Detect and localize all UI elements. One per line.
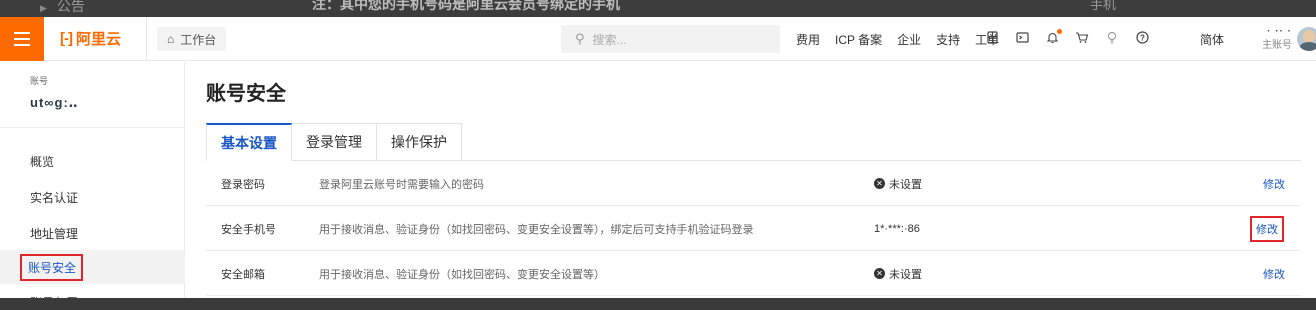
- sidebar-item-label: 账号安全: [20, 253, 84, 281]
- modify-phone-label: 修改: [1250, 215, 1284, 242]
- nav-link-icp[interactable]: ICP 备案: [835, 31, 882, 48]
- modify-phone-link[interactable]: 修改: [1250, 206, 1284, 251]
- row-status: 1*·***:·86: [874, 206, 920, 251]
- sidebar-divider: [0, 127, 185, 128]
- backdrop-top: ▶ 公告 注：其中您的手机号码是阿里云会员号绑定的手机 手机: [0, 0, 1316, 17]
- modify-email-link[interactable]: 修改: [1263, 251, 1285, 296]
- sidebar-item-security[interactable]: 账号安全: [0, 250, 185, 284]
- table-row: 安全邮箱 用于接收消息、验证身份（如找回密码、变更安全设置等） ✕ 未设置 修改: [206, 251, 1301, 296]
- console-window: [-] 阿里云 ⌂ 工作台 ⚲ 搜索... 费用 ICP 备案 企业 支持 工单: [0, 17, 1316, 310]
- not-set-icon: ✕: [874, 178, 885, 189]
- tabs: 基本设置 登录管理 操作保护: [206, 123, 462, 161]
- row-status-text: 1*·***:·86: [874, 222, 920, 235]
- nav-link-enterprise[interactable]: 企业: [897, 31, 921, 48]
- tab-basic-settings[interactable]: 基本设置: [206, 123, 292, 161]
- row-name: 安全邮箱: [221, 268, 265, 281]
- row-name: 登录密码: [221, 178, 265, 191]
- nav-icons: ?: [985, 17, 1149, 61]
- terminal-icon[interactable]: [1015, 31, 1029, 47]
- not-set-icon: ✕: [874, 268, 885, 279]
- sidebar-item-realname[interactable]: 实名认证: [0, 180, 185, 214]
- svg-text:?: ?: [1140, 34, 1145, 43]
- language-switch[interactable]: 简体: [1200, 31, 1224, 48]
- bell-icon[interactable]: [1045, 29, 1062, 47]
- row-status: ✕ 未设置: [874, 161, 922, 206]
- nav-link-support[interactable]: 支持: [936, 31, 960, 48]
- home-icon: ⌂: [167, 32, 175, 46]
- sidebar-item-label: 实名认证: [30, 190, 79, 205]
- logo-text: 阿里云: [76, 31, 122, 48]
- table-row: 安全手机号 用于接收消息、验证身份（如找回密码、变更安全设置等），绑定后可支持手…: [206, 206, 1301, 251]
- row-description: 登录阿里云账号时需要输入的密码: [319, 178, 484, 191]
- sidebar-username: ut∞g:‥: [30, 95, 79, 110]
- top-bar: [-] 阿里云 ⌂ 工作台 ⚲ 搜索... 费用 ICP 备案 企业 支持 工单: [0, 17, 1316, 61]
- bulb-icon[interactable]: [1105, 31, 1119, 47]
- row-status-text: 未设置: [889, 268, 922, 281]
- cart-icon[interactable]: [1075, 31, 1089, 47]
- sidebar-item-label: 概览: [30, 154, 55, 169]
- backdrop-bottom: [0, 298, 1316, 310]
- tab-login-management[interactable]: 登录管理: [292, 123, 377, 161]
- workbench-label: 工作台: [180, 32, 217, 47]
- hamburger-menu-button[interactable]: [0, 17, 44, 61]
- search-input[interactable]: ⚲ 搜索...: [561, 25, 780, 53]
- sidebar-item-address[interactable]: 地址管理: [0, 216, 185, 250]
- modify-password-link[interactable]: 修改: [1263, 161, 1285, 206]
- row-status-text: 未设置: [889, 178, 922, 191]
- app-icon[interactable]: [985, 31, 999, 47]
- backdrop-note: 注：其中您的手机号码是阿里云会员号绑定的手机: [312, 0, 620, 12]
- account-role: 主账号: [1262, 40, 1292, 51]
- page-title: 账号安全: [206, 83, 286, 105]
- row-name: 安全手机号: [221, 223, 276, 236]
- search-icon: ⚲: [575, 31, 585, 46]
- nav-links: 费用 ICP 备案 企业 支持 工单: [796, 17, 999, 61]
- sidebar: 账号 ut∞g:‥ 概览 实名认证 地址管理 账号安全 账号归属: [0, 62, 185, 310]
- sidebar-item-label: 地址管理: [30, 226, 79, 241]
- table-row: 登录密码 登录阿里云账号时需要输入的密码 ✕ 未设置 修改: [206, 161, 1301, 206]
- workbench-button[interactable]: ⌂ 工作台: [157, 27, 227, 51]
- logo-mark: [-]: [60, 30, 73, 47]
- row-description: 用于接收消息、验证身份（如找回密码、变更安全设置等），绑定后可支持手机验证码登录: [319, 223, 754, 236]
- backdrop-right-text: 手机: [1090, 0, 1117, 12]
- tab-operation-protection[interactable]: 操作保护: [377, 123, 462, 161]
- row-status: ✕ 未设置: [874, 251, 922, 296]
- row-description: 用于接收消息、验证身份（如找回密码、变更安全设置等）: [319, 268, 605, 281]
- search-placeholder: 搜索...: [592, 32, 627, 47]
- avatar[interactable]: [1297, 27, 1316, 51]
- nav-link-fees[interactable]: 费用: [796, 31, 820, 48]
- help-icon[interactable]: ?: [1135, 31, 1149, 47]
- sidebar-item-overview[interactable]: 概览: [0, 144, 185, 178]
- account-name: · ·· ·: [1267, 26, 1292, 37]
- sidebar-section-label: 账号: [30, 76, 49, 86]
- logo-divider: [146, 17, 147, 61]
- backdrop-announcement: ▶ 公告: [40, 0, 85, 14]
- account-menu[interactable]: · ·· · 主账号: [1256, 25, 1292, 53]
- aliyun-logo[interactable]: [-] 阿里云: [60, 28, 121, 49]
